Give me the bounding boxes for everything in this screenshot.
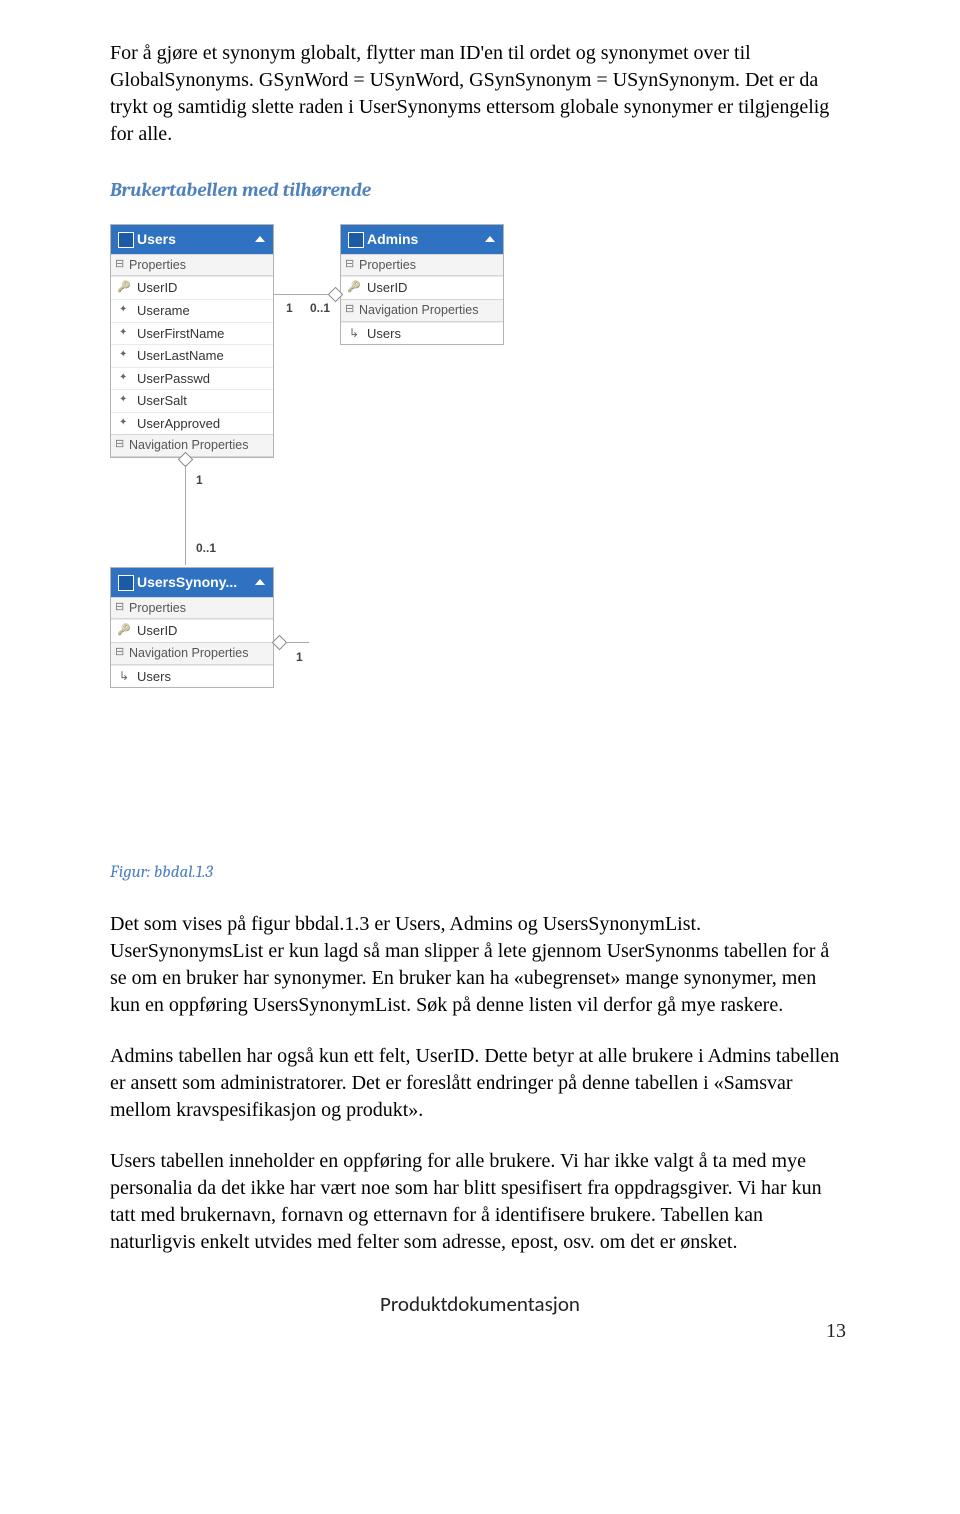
entity-users-field-passwd: UserPasswd: [111, 367, 273, 390]
entity-usersynonym-title: UsersSynony...: [137, 573, 237, 592]
footer-title: Produktdokumentasjon: [110, 1290, 850, 1318]
entity-users-field-userid: UserID: [111, 276, 273, 299]
paragraph-3: Admins tabellen har også kun ett felt, U…: [110, 1043, 850, 1124]
entity-users-properties-label: Properties: [111, 254, 273, 277]
entity-users-field-firstname: UserFirstName: [111, 322, 273, 345]
entity-admins-nav-label: Navigation Properties: [341, 299, 503, 322]
entity-usersynonym-field-userid: UserID: [111, 619, 273, 642]
multiplicity-users-syn-top: 1: [196, 472, 203, 488]
chevron-up-icon: [255, 579, 265, 585]
multiplicity-users-syn-bottom: 0..1: [196, 540, 216, 556]
figure-caption: Figur: bbdal.1.3: [110, 862, 850, 885]
entity-admins-nav-users: Users: [341, 322, 503, 345]
paragraph-2: Det som vises på figur bbdal.1.3 er User…: [110, 911, 850, 1019]
multiplicity-users-admins-right: 0..1: [310, 300, 330, 316]
connector-usersyn-right: [285, 642, 309, 643]
entity-usersynonym-header: UsersSynony...: [111, 568, 273, 597]
entity-users-field-username: Userame: [111, 299, 273, 322]
page-number: 13: [110, 1318, 850, 1345]
diamond-icon: [272, 634, 288, 650]
entity-usersynonym-properties-label: Properties: [111, 597, 273, 620]
entity-users-title: Users: [137, 230, 176, 249]
entity-admins: Admins Properties UserID Navigation Prop…: [340, 224, 504, 346]
entity-users-field-approved: UserApproved: [111, 412, 273, 435]
chevron-up-icon: [255, 236, 265, 242]
entity-admins-header: Admins: [341, 225, 503, 254]
intro-paragraph: For å gjøre et synonym globalt, flytter …: [110, 40, 850, 148]
entity-admins-field-userid: UserID: [341, 276, 503, 299]
entity-usersynonym: UsersSynony... Properties UserID Navigat…: [110, 567, 274, 689]
entity-admins-title: Admins: [367, 230, 418, 249]
chevron-up-icon: [485, 236, 495, 242]
entity-users-header: Users: [111, 225, 273, 254]
entity-users: Users Properties UserID Userame UserFirs…: [110, 224, 274, 458]
multiplicity-users-admins-left: 1: [286, 300, 293, 316]
multiplicity-usersyn-right: 1: [296, 649, 303, 665]
entity-admins-properties-label: Properties: [341, 254, 503, 277]
entity-usersynonym-nav-users: Users: [111, 665, 273, 688]
entity-usersynonym-nav-label: Navigation Properties: [111, 642, 273, 665]
entity-users-field-lastname: UserLastName: [111, 344, 273, 367]
er-diagram: Users Properties UserID Userame UserFirs…: [110, 224, 505, 844]
entity-users-field-salt: UserSalt: [111, 389, 273, 412]
entity-users-nav-label: Navigation Properties: [111, 434, 273, 457]
section-heading-brukertabellen: Brukertabellen med tilhørende: [110, 178, 850, 204]
connector-users-syn-v1: [185, 465, 186, 565]
paragraph-4: Users tabellen inneholder en oppføring f…: [110, 1148, 850, 1256]
